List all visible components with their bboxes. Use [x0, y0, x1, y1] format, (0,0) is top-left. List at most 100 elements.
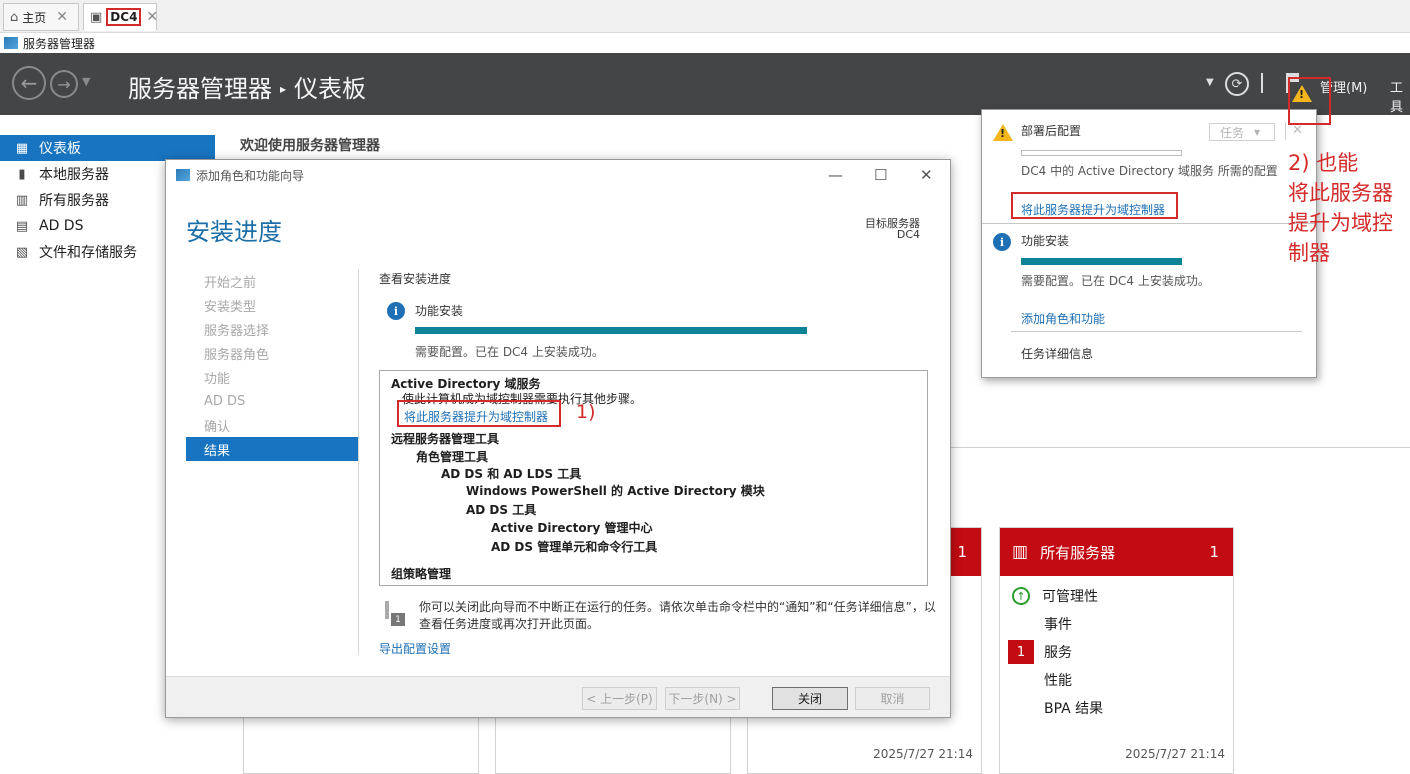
wizard-footer: < 上一步(P) 下一步(N) > 关闭 取消: [166, 676, 950, 717]
welcome-heading: 欢迎使用服务器管理器: [240, 138, 380, 154]
tile-all-servers[interactable]: ▥ 所有服务器 1 ↑ 可管理性 事件 1 服务 性能 BPA 结果 2025/…: [999, 527, 1234, 774]
tab-dc4-label: DC4: [106, 8, 142, 26]
tile-row-performance[interactable]: 性能: [1000, 666, 1233, 694]
refresh-icon: ⟳: [1231, 76, 1243, 92]
divider: [1285, 122, 1286, 140]
servers-icon: ▥: [1012, 542, 1029, 562]
annotation-highlight-box: [397, 400, 561, 427]
ad-ds-icon: ▤: [15, 218, 29, 234]
close-icon[interactable]: ✕: [1292, 123, 1303, 138]
divider: [982, 223, 1316, 224]
servers-icon: ▥: [15, 192, 29, 208]
wizard-step: 开始之前: [204, 275, 257, 291]
export-config-link[interactable]: 导出配置设置: [379, 640, 451, 657]
tools-menu[interactable]: 工具: [1390, 77, 1410, 115]
feature-status: 需要配置。已在 DC4 上安装成功。: [1021, 274, 1210, 288]
chevron-down-icon: ▼: [1254, 127, 1261, 137]
server-manager-icon: [4, 37, 18, 49]
task-dropdown-label: 任务: [1220, 125, 1245, 140]
progress-title: 查看安装进度: [379, 272, 452, 286]
close-icon[interactable]: ✕: [920, 166, 933, 184]
forward-arrow-icon: →: [57, 74, 71, 94]
breadcrumb-page: 仪表板: [294, 75, 367, 103]
tile-header[interactable]: ▥ 所有服务器 1: [1000, 528, 1233, 576]
back-arrow-icon: ←: [20, 71, 38, 95]
maximize-icon[interactable]: ☐: [874, 166, 887, 184]
tab-dc4[interactable]: ▣ DC4 ✕: [83, 3, 158, 31]
sidebar-item-label: 所有服务器: [39, 193, 109, 209]
divider: [1011, 331, 1302, 332]
forward-button[interactable]: →: [50, 70, 78, 98]
breadcrumb-root[interactable]: 服务器管理器: [128, 75, 272, 103]
tile-row-services[interactable]: 1 服务: [1000, 638, 1233, 666]
sidebar-item-dashboard[interactable]: ▦ 仪表板: [0, 135, 215, 161]
refresh-button[interactable]: ⟳: [1225, 72, 1249, 96]
tile-row-label: 事件: [1044, 617, 1072, 633]
wizard-step: 功能: [204, 371, 231, 387]
result-rsat: 远程服务器管理工具: [391, 432, 500, 446]
annotation-line: 提升为域控: [1288, 211, 1393, 235]
feature-install-label: 功能安装: [1021, 234, 1070, 248]
wizard-note: 你可以关闭此向导而不中断正在运行的任务。请依次单击命令栏中的“通知”和“任务详细…: [419, 600, 936, 631]
wizard-step: 服务器角色: [204, 347, 270, 363]
notification-note-icon: 1: [385, 601, 405, 626]
tile-row-label: BPA 结果: [1044, 701, 1104, 717]
previous-button[interactable]: < 上一步(P): [582, 687, 657, 710]
annotation-highlight-box: [1288, 77, 1331, 125]
tile-row-events[interactable]: 事件: [1000, 610, 1233, 638]
result-adds-snapins: AD DS 管理单元和命令行工具: [491, 540, 658, 554]
cancel-button[interactable]: 取消: [855, 687, 930, 710]
tile-row-label: 可管理性: [1042, 589, 1098, 605]
wizard-step-results[interactable]: 结果: [186, 437, 358, 461]
tile-row-bpa[interactable]: BPA 结果: [1000, 694, 1233, 722]
tile-row-manageability[interactable]: ↑ 可管理性: [1000, 582, 1233, 610]
result-role-tools: 角色管理工具: [416, 450, 489, 464]
task-dropdown[interactable]: 任务 ▼: [1209, 123, 1275, 141]
tab-strip: ⌂ 主页 ✕ ▣ DC4 ✕: [0, 0, 1410, 33]
sidebar-item-label: 文件和存储服务: [39, 245, 137, 261]
feature-install-label: 功能安装: [415, 304, 464, 318]
result-ps-module: Windows PowerShell 的 Active Directory 模块: [466, 484, 765, 498]
divider: [950, 447, 1410, 448]
tile-count: 1: [957, 543, 967, 561]
window-title: 服务器管理器: [23, 36, 96, 51]
result-adds-lds-tools: AD DS 和 AD LDS 工具: [441, 467, 582, 481]
feature-status: 需要配置。已在 DC4 上安装成功。: [415, 345, 604, 359]
result-adds-tools: AD DS 工具: [466, 503, 537, 517]
server-icon: ▮: [18, 166, 26, 182]
close-icon[interactable]: ✕: [56, 9, 68, 25]
result-gpm: 组策略管理: [391, 567, 452, 581]
warning-icon: !: [993, 124, 1013, 141]
wizard-app-icon: [176, 169, 190, 181]
close-icon[interactable]: ✕: [146, 9, 158, 25]
chevron-down-icon[interactable]: ▼: [1206, 77, 1214, 88]
back-button[interactable]: ←: [12, 66, 46, 100]
tile-count: 1: [1209, 543, 1219, 561]
minimize-icon[interactable]: —: [828, 166, 843, 184]
breadcrumb: 服务器管理器 ▸ 仪表板: [128, 69, 366, 104]
sidebar-item-label: AD DS: [39, 218, 84, 234]
history-dropdown-icon[interactable]: ▼: [82, 75, 90, 88]
post-deploy-progress-bar: [1021, 150, 1182, 156]
sidebar-item-label: 本地服务器: [39, 167, 109, 183]
tile-row-label: 性能: [1044, 673, 1072, 689]
home-icon: ⌂: [10, 9, 19, 25]
info-icon: i: [993, 233, 1011, 251]
add-roles-link[interactable]: 添加角色和功能: [1021, 310, 1105, 327]
divider: [1261, 73, 1263, 93]
feature-progress-bar: [415, 327, 807, 334]
annotation-label-1: 1): [576, 401, 596, 423]
tab-home[interactable]: ⌂ 主页 ✕: [3, 3, 79, 31]
close-button[interactable]: 关闭: [772, 687, 848, 710]
window-titlebar: 服务器管理器: [0, 33, 1410, 53]
result-ad-admin-center: Active Directory 管理中心: [491, 521, 653, 535]
next-button[interactable]: 下一步(N) >: [665, 687, 740, 710]
wizard-step: 确认: [204, 419, 231, 435]
post-deploy-title: 部署后配置: [1021, 124, 1082, 138]
annotation-line: 制器: [1288, 241, 1330, 265]
wizard-step: 安装类型: [204, 299, 257, 315]
app-header: ← → ▼ 服务器管理器 ▸ 仪表板 ▼ ⟳ 管理(M) 工具: [0, 53, 1410, 115]
storage-icon: ▧: [15, 244, 29, 260]
task-details-link[interactable]: 任务详细信息: [1021, 345, 1093, 362]
info-icon: i: [387, 302, 405, 320]
